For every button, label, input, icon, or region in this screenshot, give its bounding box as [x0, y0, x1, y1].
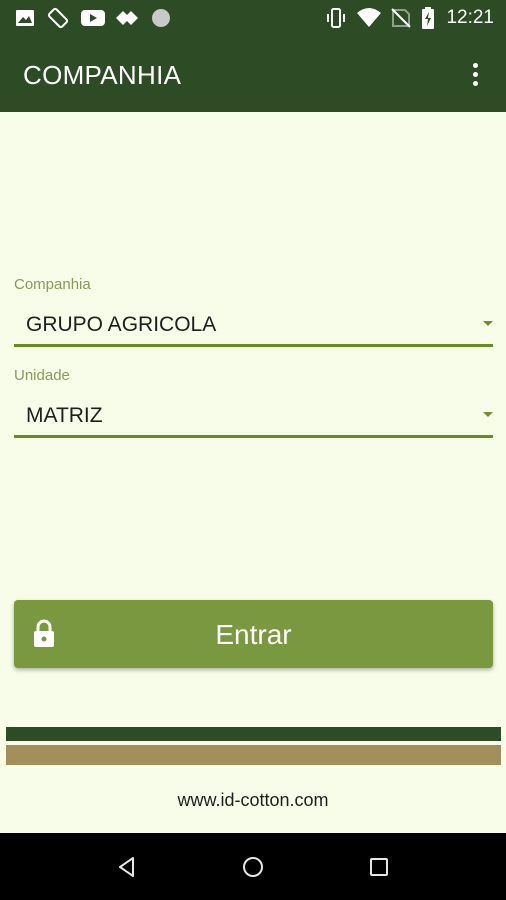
company-spinner[interactable]: GRUPO AGRICOLA	[14, 303, 493, 347]
status-bar: 12:21	[0, 0, 506, 36]
company-spinner-underline	[14, 344, 493, 347]
unit-label: Unidade	[14, 367, 70, 384]
unit-spinner[interactable]: MATRIZ	[14, 394, 493, 438]
screen-rotation-icon	[46, 6, 70, 30]
company-label: Companhia	[14, 276, 91, 293]
no-sim-icon	[390, 6, 412, 30]
app-bar: COMPANHIA	[0, 36, 506, 112]
youtube-icon	[80, 6, 106, 30]
vibrate-icon	[324, 6, 348, 30]
enter-button[interactable]: Entrar	[14, 600, 493, 668]
footer-stripe-dark	[6, 727, 501, 741]
recents-icon[interactable]	[363, 851, 395, 883]
status-time: 12:21	[446, 7, 494, 28]
more-vert-icon[interactable]	[462, 58, 488, 90]
footer-url[interactable]: www.id-cotton.com	[0, 790, 506, 811]
company-spinner-value: GRUPO AGRICOLA	[26, 313, 217, 336]
wifi-icon	[356, 6, 382, 30]
back-icon[interactable]	[111, 851, 143, 883]
app-title: COMPANHIA	[23, 60, 182, 90]
unit-spinner-value: MATRIZ	[26, 404, 103, 427]
dropdown-arrow-icon	[483, 321, 493, 326]
unit-spinner-underline	[14, 435, 493, 438]
home-icon[interactable]	[237, 851, 269, 883]
image-icon	[14, 6, 36, 30]
nav-bar	[0, 833, 506, 900]
dropdown-arrow-icon	[483, 412, 493, 417]
wireless-display-icon	[114, 6, 140, 30]
footer-stripe-tan	[6, 745, 501, 765]
enter-button-label: Entrar	[215, 619, 292, 650]
circle-dot-icon	[150, 6, 172, 30]
battery-charging-icon	[420, 6, 436, 30]
